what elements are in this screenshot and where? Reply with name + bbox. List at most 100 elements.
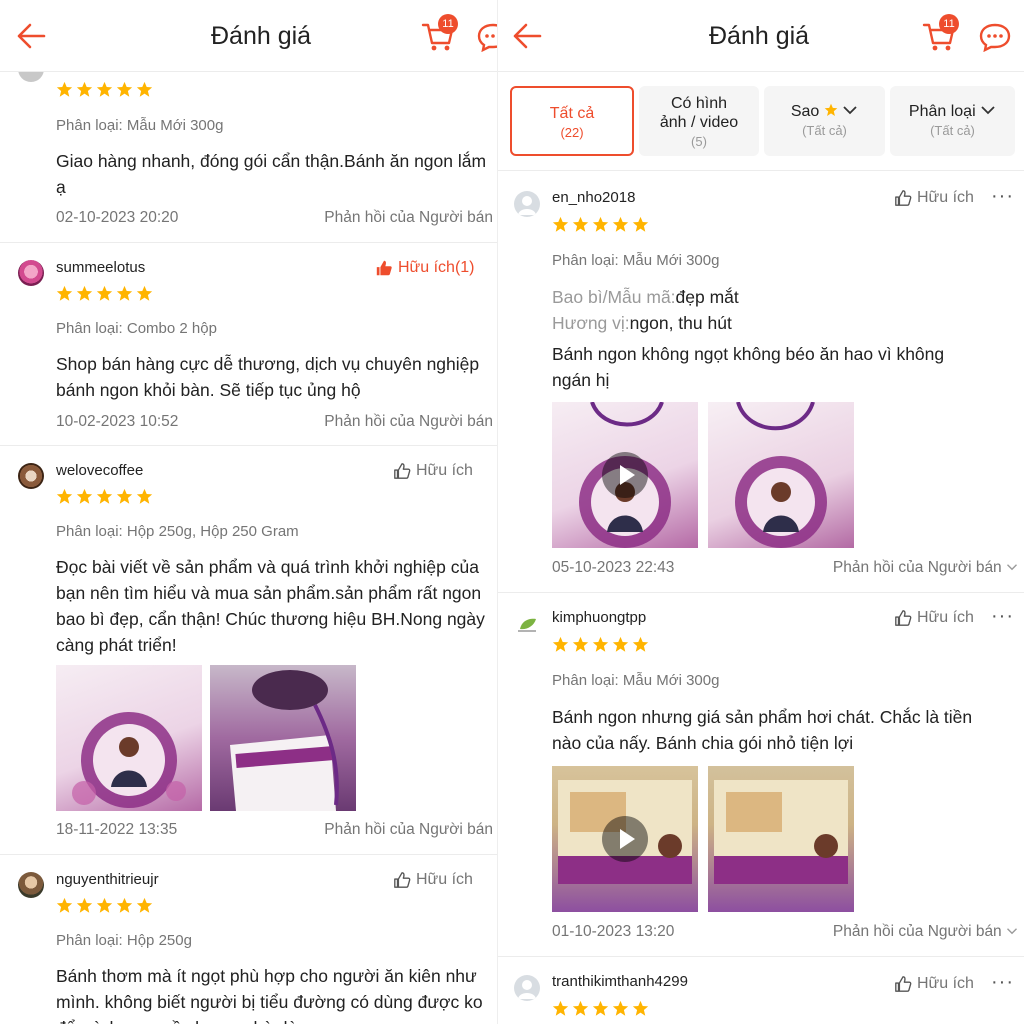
reviewer-name: kimphuongtpp	[552, 609, 647, 626]
review-image[interactable]	[708, 402, 854, 548]
thumbs-up-icon	[394, 872, 411, 888]
play-icon	[602, 452, 648, 498]
avatar	[18, 463, 44, 489]
star-icon	[96, 488, 113, 504]
seller-reply-toggle[interactable]: Phản hồi của Người bán	[833, 923, 1018, 941]
avatar	[514, 191, 540, 217]
review-image[interactable]	[708, 766, 854, 912]
review-variant: Phân loại: Mẫu Mới 300g	[552, 672, 720, 689]
filter-count: (22)	[560, 125, 584, 140]
seller-reply-toggle[interactable]: Phản hồi của Người bán	[833, 559, 1018, 577]
more-options-button[interactable]: ···	[991, 185, 1014, 208]
filter-stars[interactable]: Sao (Tất cả)	[764, 86, 885, 156]
star-icon	[136, 81, 153, 97]
default-avatar-icon	[518, 196, 536, 215]
rating-stars	[56, 81, 153, 98]
filter-label: Tất cả	[549, 105, 595, 122]
review-date: 02-10-2023 20:20	[56, 209, 179, 226]
review-image-box-photo[interactable]	[210, 665, 356, 811]
filter-label: Có hình	[670, 95, 728, 112]
review-variant: Phân loại: Combo 2 hộp	[56, 320, 217, 337]
star-icon	[592, 636, 609, 652]
star-icon	[56, 897, 73, 913]
back-arrow-icon[interactable]	[16, 22, 46, 50]
star-icon	[96, 81, 113, 97]
chat-icon[interactable]	[476, 22, 497, 52]
star-icon	[612, 636, 629, 652]
review-attribute: Hương vị:ngon, thu hút	[552, 313, 732, 333]
review-item: en_nho2018 Hữu ích ··· Phân loại: Mẫu Mớ…	[498, 171, 1024, 593]
helpful-button[interactable]: Hữu ích	[894, 609, 974, 627]
helpful-button[interactable]: Hữu ích(1)	[375, 259, 475, 277]
filter-count: (Tất cả)	[930, 123, 975, 138]
review-text: Đọc bài viết về sản phẩm và quá trình kh…	[56, 557, 485, 655]
filter-with-media[interactable]: Có hình ảnh / video (5)	[639, 86, 759, 156]
filter-count: (Tất cả)	[802, 123, 847, 138]
helpful-button[interactable]: Hữu ích	[894, 975, 974, 993]
chat-icon[interactable]	[978, 22, 1012, 52]
review-item: tranthikimthanh4299 Hữu ích ···	[498, 957, 1024, 1024]
star-icon	[76, 81, 93, 97]
rating-stars	[552, 216, 649, 233]
back-arrow-icon[interactable]	[512, 22, 542, 50]
star-icon	[824, 103, 838, 116]
chevron-down-icon	[1007, 928, 1017, 935]
filter-all[interactable]: Tất cả (22)	[510, 86, 634, 156]
review-video-thumbnail[interactable]	[552, 402, 698, 548]
more-options-button[interactable]: ···	[991, 971, 1014, 994]
star-icon	[572, 636, 589, 652]
star-icon	[552, 636, 569, 652]
review-date: 18-11-2022 13:35	[56, 821, 178, 838]
helpful-label: Hữu ích(1)	[398, 259, 475, 276]
cart-button[interactable]: 11	[420, 14, 458, 54]
product-box-graphic	[230, 670, 339, 811]
review-attribute: Bao bì/Mẫu mã:đẹp mắt	[552, 287, 739, 307]
cart-button[interactable]: 11	[921, 14, 959, 54]
seller-reply-toggle[interactable]: Phản hồi của Người bán	[324, 413, 493, 431]
star-icon	[116, 81, 133, 97]
review-text: Bánh thơm mà ít ngọt phù hợp cho người ă…	[56, 966, 483, 1024]
review-variant: Phân loại: Mẫu Mới 300g	[552, 252, 720, 269]
review-date: 01-10-2023 13:20	[552, 923, 675, 940]
rating-stars	[56, 285, 153, 302]
rating-stars	[552, 1000, 649, 1017]
review-text: Bánh ngon nhưng giá sản phẩm hơi chát. C…	[552, 707, 973, 753]
header: Đánh giá 11	[0, 0, 497, 72]
page-title: Đánh giá	[709, 22, 810, 50]
header: Đánh giá 11	[498, 0, 1024, 72]
helpful-button[interactable]: Hữu ích	[393, 462, 473, 480]
review-text: Bánh ngon không ngọt không béo ăn hao vì…	[552, 344, 945, 390]
star-icon	[136, 285, 153, 301]
seller-reply-toggle[interactable]: Phản hồi của Người bán	[324, 821, 493, 839]
avatar	[514, 611, 540, 637]
page-title: Đánh giá	[211, 22, 312, 50]
star-icon	[136, 897, 153, 913]
review-text: Shop bán hàng cực dễ thương, dịch vụ chu…	[56, 354, 480, 400]
helpful-button[interactable]: Hữu ích	[393, 871, 473, 889]
default-avatar-icon	[518, 980, 536, 999]
filter-variant[interactable]: Phân loại (Tất cả)	[890, 86, 1015, 156]
rating-stars	[56, 897, 153, 914]
star-icon	[552, 216, 569, 232]
star-icon	[632, 1000, 649, 1016]
helpful-label: Hữu ích	[917, 609, 974, 626]
review-image-bag-photo[interactable]	[56, 665, 202, 811]
star-icon	[632, 216, 649, 232]
review-item: kimphuongtpp Hữu ích ··· Phân loại: Mẫu …	[498, 593, 1024, 957]
star-icon	[612, 216, 629, 232]
filter-count: (5)	[691, 134, 707, 149]
review-item: welovecoffee Hữu ích Phân loại: Hộp 250g…	[0, 446, 497, 855]
seller-reply-toggle[interactable]: Phản hồi của Người bán	[324, 209, 493, 227]
rating-stars	[56, 488, 153, 505]
play-icon	[602, 816, 648, 862]
reviewer-name: welovecoffee	[56, 462, 144, 479]
helpful-button[interactable]: Hữu ích	[894, 189, 974, 207]
reviewer-name: tranthikimthanh4299	[552, 973, 688, 990]
review-variant: Phân loại: Mẫu Mới 300g	[56, 117, 224, 134]
more-options-button[interactable]: ···	[991, 605, 1014, 628]
review-video-thumbnail[interactable]	[552, 766, 698, 912]
star-icon	[136, 488, 153, 504]
star-icon	[96, 897, 113, 913]
star-icon	[572, 216, 589, 232]
avatar	[18, 260, 44, 286]
